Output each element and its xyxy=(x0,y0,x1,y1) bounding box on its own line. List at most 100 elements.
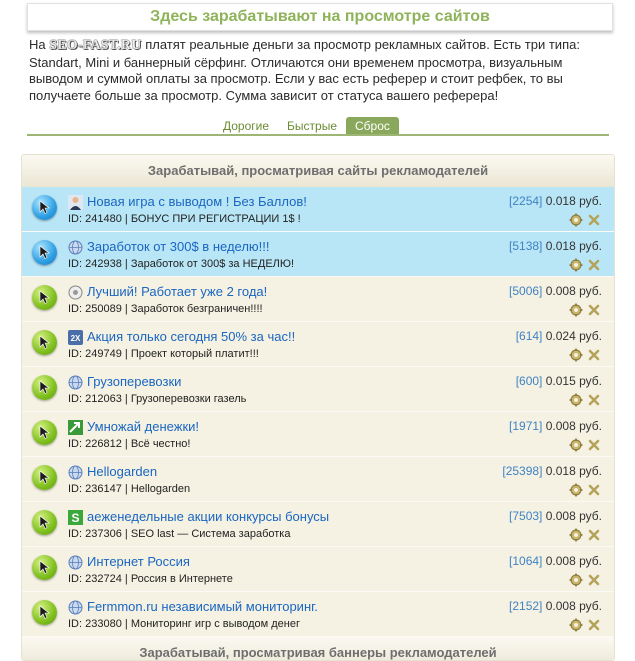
close-icon[interactable] xyxy=(587,438,601,452)
task-price: 0.008 руб. xyxy=(545,284,602,298)
section-footer: Зарабатывай, просматривая баннеры реклам… xyxy=(22,637,614,660)
user-avatar-icon xyxy=(68,195,83,210)
close-icon[interactable] xyxy=(587,618,601,632)
task-title-link[interactable]: Fermmon.ru независимый мониторинг. xyxy=(87,599,318,614)
start-view-button[interactable] xyxy=(32,240,57,265)
settings-gear-icon[interactable] xyxy=(569,618,583,632)
tab-reset[interactable]: Сброс xyxy=(346,117,399,135)
task-title-link[interactable]: Новая игра с выводом ! Без Баллов! xyxy=(87,194,307,209)
growth-arrow-icon xyxy=(68,420,83,435)
close-icon[interactable] xyxy=(587,393,601,407)
task-reward: [5138] 0.018 руб. xyxy=(509,239,602,253)
task-id: ID: 242938 xyxy=(68,258,122,270)
start-view-button[interactable] xyxy=(32,510,57,535)
task-description: Грузоперевозки газель xyxy=(130,393,247,405)
task-reward: [2152] 0.008 руб. xyxy=(509,599,602,613)
task-row: Лучший! Работает уже 2 года! ID: 250089 |… xyxy=(22,277,614,322)
page-title: Здесь зарабатывают на просмотре сайтов xyxy=(27,3,613,31)
view-count: [1064] xyxy=(509,554,543,568)
task-title-link[interactable]: Hellogarden xyxy=(87,464,157,479)
logo-main: SEO-FAST xyxy=(49,38,118,53)
settings-gear-icon[interactable] xyxy=(569,528,583,542)
close-icon[interactable] xyxy=(587,258,601,272)
task-title-link[interactable]: Умножай денежки! xyxy=(87,419,199,434)
start-view-button[interactable] xyxy=(32,465,57,490)
close-icon[interactable] xyxy=(587,573,601,587)
settings-gear-icon[interactable] xyxy=(569,438,583,452)
view-count: [1971] xyxy=(509,419,543,433)
view-count: [614] xyxy=(515,329,543,343)
task-id: ID: 236147 xyxy=(68,483,122,495)
row-actions xyxy=(569,303,601,317)
close-icon[interactable] xyxy=(587,528,601,542)
task-meta: ID: 233080 | Мониторинг игр с выводом де… xyxy=(68,618,301,630)
section-header: Зарабатывай, просматривая сайты рекламод… xyxy=(22,155,614,187)
intro-text: На SEO-FAST.RU платят реальные деньги за… xyxy=(29,37,614,104)
task-meta: ID: 236147 | Hellogarden xyxy=(68,483,191,495)
row-actions xyxy=(569,258,601,272)
row-actions xyxy=(569,573,601,587)
close-icon[interactable] xyxy=(587,213,601,227)
task-row: Sаеженедельные акции конкурсы бонусы ID: … xyxy=(22,502,614,547)
logo-tld: .RU xyxy=(117,38,142,53)
task-description: Заработок безграничен!!!! xyxy=(130,303,263,315)
task-price: 0.024 руб. xyxy=(545,329,602,343)
s-logo-icon: S xyxy=(68,510,83,525)
task-id: ID: 241480 xyxy=(68,213,122,225)
task-meta: ID: 226812 | Всё честно! xyxy=(68,438,191,450)
task-row: Новая игра с выводом ! Без Баллов! ID: 24… xyxy=(22,187,614,232)
start-view-button[interactable] xyxy=(32,555,57,580)
task-reward: [2254] 0.018 руб. xyxy=(509,194,602,208)
task-title-link[interactable]: Грузоперевозки xyxy=(87,374,181,389)
task-id: ID: 237306 xyxy=(68,528,122,540)
close-icon[interactable] xyxy=(587,483,601,497)
view-count: [5138] xyxy=(509,239,543,253)
task-meta: ID: 242938 | Заработок от 300$ за НЕДЕЛЮ… xyxy=(68,258,295,270)
tab-expensive[interactable]: Дорогие xyxy=(214,117,278,135)
start-view-button[interactable] xyxy=(32,420,57,445)
view-count: [600] xyxy=(515,374,543,388)
task-title-link[interactable]: аеженедельные акции конкурсы бонусы xyxy=(87,509,329,524)
task-title-link[interactable]: Акция только сегодня 50% за час!! xyxy=(87,329,295,344)
settings-gear-icon[interactable] xyxy=(569,348,583,362)
settings-gear-icon[interactable] xyxy=(569,213,583,227)
task-meta: ID: 232724 | Россия в Интернете xyxy=(68,573,233,585)
start-view-button[interactable] xyxy=(32,600,57,625)
start-view-button[interactable] xyxy=(32,375,57,400)
task-reward: [7503] 0.008 руб. xyxy=(509,509,602,523)
settings-gear-icon[interactable] xyxy=(569,303,583,317)
task-meta: ID: 237306 | SEO last — Система заработк… xyxy=(68,528,291,540)
task-description: Hellogarden xyxy=(130,483,191,495)
settings-gear-icon[interactable] xyxy=(569,258,583,272)
globe-icon xyxy=(68,555,83,570)
task-price: 0.008 руб. xyxy=(545,599,602,613)
task-reward: [1971] 0.008 руб. xyxy=(509,419,602,433)
settings-gear-icon[interactable] xyxy=(569,393,583,407)
task-reward: [614] 0.024 руб. xyxy=(516,329,602,343)
globe-icon xyxy=(68,465,83,480)
tab-fast[interactable]: Быстрые xyxy=(278,117,346,135)
task-title-link[interactable]: Заработок от 300$ в неделю!!! xyxy=(87,239,270,254)
start-view-button[interactable] xyxy=(32,195,57,220)
task-row: Fermmon.ru независимый мониторинг. ID: 23… xyxy=(22,592,614,637)
task-price: 0.018 руб. xyxy=(545,464,602,478)
task-row: Грузоперевозки ID: 212063 | Грузоперевозк… xyxy=(22,367,614,412)
close-icon[interactable] xyxy=(587,348,601,362)
settings-gear-icon[interactable] xyxy=(569,573,583,587)
task-meta: ID: 212063 | Грузоперевозки газель xyxy=(68,393,247,405)
svg-text:S: S xyxy=(71,511,79,525)
task-reward: [600] 0.015 руб. xyxy=(516,374,602,388)
view-count: [5006] xyxy=(509,284,543,298)
start-view-button[interactable] xyxy=(32,330,57,355)
start-view-button[interactable] xyxy=(32,285,57,310)
task-row: Умножай денежки! ID: 226812 | Всё честно!… xyxy=(22,412,614,457)
task-title-link[interactable]: Лучший! Работает уже 2 года! xyxy=(87,284,267,299)
settings-gear-icon[interactable] xyxy=(569,483,583,497)
task-reward: [25398] 0.018 руб. xyxy=(502,464,602,478)
task-row: Интернет Россия ID: 232724 | Россия в Инт… xyxy=(22,547,614,592)
close-icon[interactable] xyxy=(587,303,601,317)
task-title-link[interactable]: Интернет Россия xyxy=(87,554,190,569)
task-meta: ID: 249749 | Проект который платит!!! xyxy=(68,348,259,360)
task-description: Проект который платит!!! xyxy=(130,348,259,360)
task-description: Россия в Интернете xyxy=(130,573,233,585)
